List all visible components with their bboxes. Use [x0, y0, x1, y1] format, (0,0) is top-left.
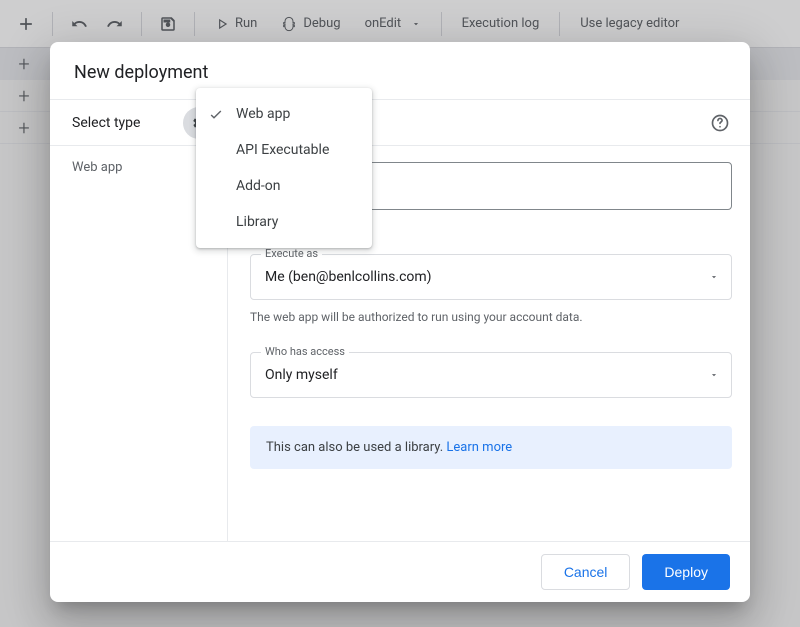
menu-item-web-app[interactable]: Web app	[196, 96, 372, 132]
deployment-type-menu: Web app API Executable Add-on Library	[196, 88, 372, 248]
dialog-title: New deployment	[50, 42, 750, 100]
execute-as-value: Me (ben@benlcollins.com)	[265, 269, 432, 285]
select-type-label: Select type	[72, 115, 140, 131]
access-select[interactable]: Who has access Only myself	[250, 352, 732, 398]
menu-label: Library	[236, 214, 278, 230]
access-legend: Who has access	[261, 345, 349, 358]
access-value: Only myself	[265, 367, 338, 383]
menu-label: API Executable	[236, 142, 329, 158]
library-info: This can also be used a library. Learn m…	[250, 426, 732, 469]
help-icon[interactable]	[708, 111, 732, 135]
info-text: This can also be used a library.	[266, 440, 446, 455]
configuration-panel: Configuration Web app API Executable	[228, 100, 750, 541]
menu-label: Add-on	[236, 178, 281, 194]
chevron-down-icon	[709, 272, 719, 282]
dialog-footer: Cancel Deploy	[50, 541, 750, 602]
new-deployment-dialog: New deployment Select type Web app Confi…	[50, 42, 750, 602]
menu-label: Web app	[236, 106, 290, 122]
chevron-down-icon	[709, 370, 719, 380]
execute-as-legend: Execute as	[261, 247, 322, 260]
menu-item-addon[interactable]: Add-on	[196, 168, 372, 204]
deploy-button[interactable]: Deploy	[642, 554, 730, 590]
cancel-button[interactable]: Cancel	[541, 554, 631, 590]
execute-as-helper: The web app will be authorized to run us…	[250, 310, 732, 324]
execute-as-select[interactable]: Execute as Me (ben@benlcollins.com)	[250, 254, 732, 300]
menu-item-api-executable[interactable]: API Executable	[196, 132, 372, 168]
menu-item-library[interactable]: Library	[196, 204, 372, 240]
learn-more-link[interactable]: Learn more	[446, 440, 512, 455]
check-icon	[208, 106, 224, 122]
